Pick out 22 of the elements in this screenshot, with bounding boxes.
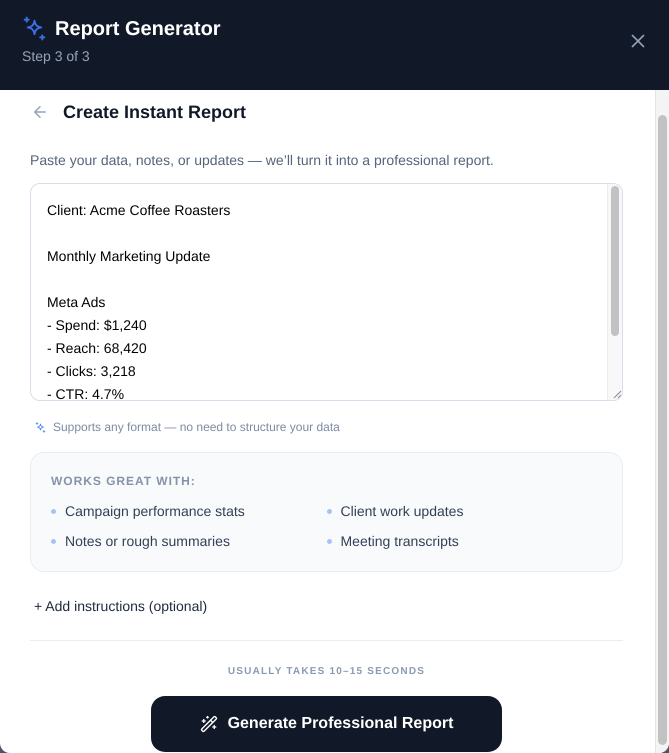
back-button[interactable] <box>31 103 49 121</box>
tip-item: Meeting transcripts <box>340 532 459 551</box>
modal-title: Report Generator <box>55 16 221 40</box>
page-scrollbar-track[interactable] <box>655 90 669 753</box>
data-text-field[interactable]: Client: Acme Coffee Roasters Monthly Marketing Update Meta Ads - Spend: $1,240 - Reach: 68,420 - Clicks: 3,218 - CTR: 4.7% <box>30 183 623 401</box>
description-text: Paste your data, notes, or updates — we’ll turn it into a professional report. <box>30 151 495 170</box>
tips-heading: WORKS GREAT WITH: <box>51 473 197 489</box>
add-instructions-link[interactable]: + Add instructions (optional) <box>34 596 208 616</box>
generate-report-button[interactable]: Generate Professional Report <box>151 696 502 752</box>
scrollbar-track[interactable] <box>607 184 622 400</box>
hint-text: Supports any format — no need to structure your data <box>53 419 340 435</box>
sparkle-icon <box>22 16 47 41</box>
magic-wand-icon <box>200 715 218 733</box>
tip-item: Campaign performance stats <box>65 502 245 521</box>
tip-item: Notes or rough summaries <box>65 532 230 551</box>
timing-note: USUALLY TAKES 10–15 SECONDS <box>226 665 426 679</box>
page-scrollbar-thumb[interactable] <box>658 115 667 745</box>
tip-item: Client work updates <box>340 502 464 521</box>
section-title: Create Instant Report <box>63 100 246 124</box>
sparkle-icon <box>35 422 46 432</box>
scrollbar-thumb[interactable] <box>611 186 619 336</box>
step-indicator: Step 3 of 3 <box>22 47 91 66</box>
